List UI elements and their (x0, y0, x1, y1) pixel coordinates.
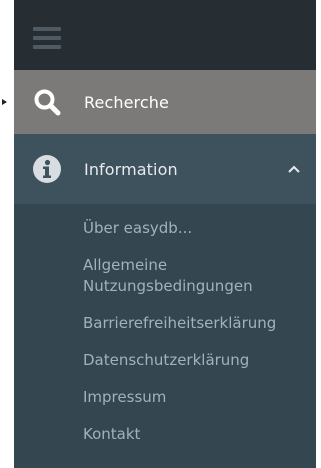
submenu-item-imprint[interactable]: Impressum (14, 387, 316, 408)
nav-item-recherche[interactable]: Recherche (14, 70, 316, 134)
info-icon (30, 152, 64, 186)
search-icon (30, 85, 64, 119)
nav-item-information[interactable]: Information (14, 134, 316, 204)
submenu-item-contact[interactable]: Kontakt (14, 424, 316, 445)
submenu-item-about[interactable]: Über easydb... (14, 218, 316, 239)
sidebar: Recherche Information Über easydb... All… (14, 0, 316, 468)
nav-item-information-label: Information (84, 159, 178, 179)
sidebar-topbar (14, 0, 316, 70)
submenu-item-privacy[interactable]: Datenschutzerklärung (14, 350, 316, 371)
submenu-item-accessibility[interactable]: Barrierefreiheitserklärung (14, 313, 316, 334)
information-submenu: Über easydb... Allgemeine Nutzungsbeding… (14, 204, 316, 445)
cursor-marker (2, 99, 7, 105)
chevron-up-icon[interactable] (286, 161, 302, 177)
app-window: Recherche Information Über easydb... All… (0, 0, 321, 468)
hamburger-menu-icon[interactable] (33, 27, 61, 49)
submenu-item-terms[interactable]: Allgemeine Nutzungsbedingungen (14, 255, 293, 297)
nav-item-recherche-label: Recherche (84, 92, 169, 112)
